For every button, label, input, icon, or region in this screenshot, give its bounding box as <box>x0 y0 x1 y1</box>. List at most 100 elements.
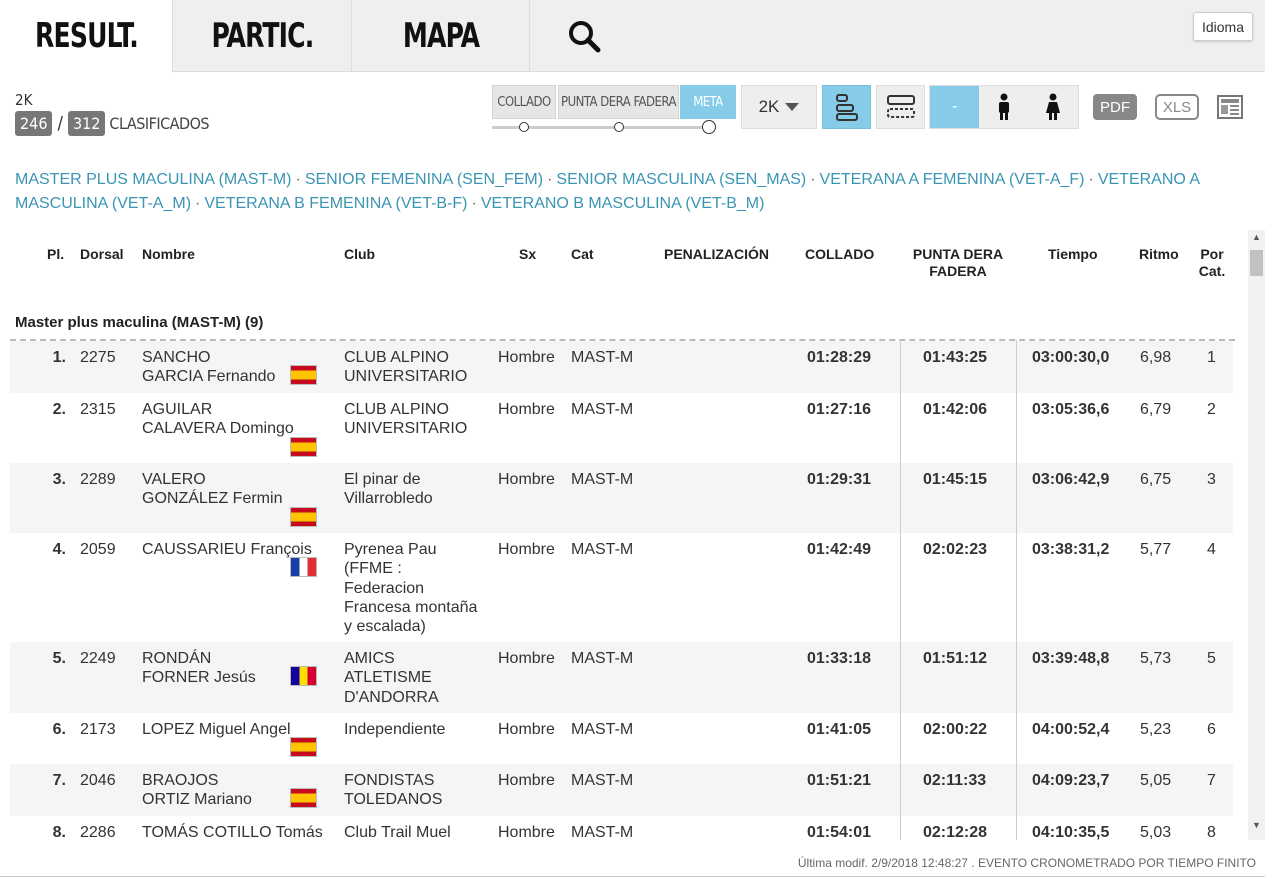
distance-dropdown[interactable]: 2K <box>741 85 817 129</box>
name-cell-line2[interactable]: ORTIZ Mariano <box>142 790 252 809</box>
count-separator: / <box>57 113 63 134</box>
name-cell[interactable]: SANCHO <box>142 348 210 367</box>
flag-icon <box>290 365 317 385</box>
chevron-down-icon <box>785 103 800 111</box>
name-cell[interactable]: BRAOJOS <box>142 771 218 790</box>
sex-cell: Hombre <box>498 541 555 558</box>
club-cell: D'ANDORRA <box>344 688 439 706</box>
club-cell: TOLEDANOS <box>344 791 443 809</box>
tab-result[interactable]: RESULT. <box>0 0 173 73</box>
name-cell[interactable]: TOMÁS COTILLO Tomás <box>142 823 323 840</box>
club-cell: y escalada) <box>344 618 426 636</box>
pdf-export-button[interactable]: PDF <box>1093 94 1137 120</box>
distance-dropdown-value: 2K <box>758 97 780 116</box>
header-punta: PUNTA DERA FADERA <box>912 246 1004 279</box>
checkpoint-punta-button[interactable]: PUNTA DERA FADERA <box>558 85 679 119</box>
category-position-cell: 7 <box>1207 772 1216 789</box>
flag-icon <box>290 737 317 757</box>
collado-time-cell: 01:29:31 <box>807 471 872 488</box>
search-icon <box>569 21 601 53</box>
flag-icon <box>290 437 317 457</box>
name-cell-line2[interactable]: GONZÁLEZ Fermin <box>142 489 282 508</box>
table-row[interactable]: 8. 2286 TOMÁS COTILLO Tomás Club Trail Muel… <box>10 816 1233 840</box>
tab-result-label: RESULT. <box>35 16 139 56</box>
table-row[interactable]: 7. 2046 BRAOJOS ORTIZ Mariano FONDISTAS TOLED… <box>10 764 1233 816</box>
collado-time-cell: 01:42:49 <box>807 541 872 558</box>
table-row[interactable]: 1. 2275 SANCHO GARCIA Fernando CLUB ALPINO UN… <box>10 341 1233 393</box>
table-row[interactable]: 3. 2289 VALERO GONZÁLEZ Fermin El pinar de Vi… <box>10 463 1233 533</box>
table-row[interactable]: 4. 2059 CAUSSARIEU François Pyrenea Pau (FFM… <box>10 533 1233 642</box>
footer-divider <box>0 876 1265 877</box>
name-cell-line2[interactable]: CALAVERA Domingo <box>142 419 294 438</box>
category-link[interactable]: VETERANA A FEMENINA (VET-A_F) <box>820 171 1085 188</box>
sex-cell: Hombre <box>498 721 555 738</box>
name-cell-line2[interactable]: GARCIA Fernando <box>142 367 275 386</box>
club-cell: CLUB ALPINO <box>344 349 449 366</box>
category-cell: MAST-M <box>571 349 634 366</box>
dorsal-cell: 2275 <box>80 349 116 366</box>
name-cell[interactable]: RONDÁN <box>142 649 211 668</box>
punta-time-cell: 01:45:15 <box>923 471 988 488</box>
name-cell-line2[interactable]: FORNER Jesús <box>142 668 256 687</box>
table-row[interactable]: 2. 2315 AGUILAR CALAVERA Domingo CLUB ALPINO… <box>10 393 1233 463</box>
name-cell[interactable]: LOPEZ Miguel Angel <box>142 720 291 739</box>
pace-cell: 5,05 <box>1140 772 1172 789</box>
scroll-up-icon[interactable]: ▲ <box>1248 232 1265 246</box>
category-cell: MAST-M <box>571 541 634 558</box>
club-cell: Pyrenea Pau <box>344 541 437 558</box>
slider-stop-collado[interactable] <box>519 122 529 132</box>
sex-filter-all[interactable]: - <box>930 86 980 128</box>
category-link[interactable]: SENIOR MASCULINA (SEN_MAS) <box>556 171 806 188</box>
category-link[interactable]: VETERANO B MASCULINA (VET-B_M) <box>481 195 765 212</box>
slider-stop-punta[interactable] <box>614 122 624 132</box>
newspaper-icon[interactable] <box>1217 95 1243 119</box>
checkpoint-meta-button[interactable]: META <box>680 85 736 119</box>
total-time-cell: 04:00:52,4 <box>1032 721 1110 738</box>
punta-time-cell: 02:02:23 <box>923 541 988 558</box>
sex-filter-female[interactable] <box>1028 86 1078 128</box>
category-link[interactable]: VETERANA B FEMENINA (VET-B-F) <box>204 195 467 212</box>
club-cell: El pinar de <box>344 471 421 488</box>
scrollbar[interactable] <box>1248 230 1265 840</box>
category-position-cell: 2 <box>1207 401 1216 418</box>
sex-cell: Hombre <box>498 349 555 366</box>
sex-filter-male[interactable] <box>979 86 1029 128</box>
scroll-down-icon[interactable]: ▼ <box>1248 820 1265 834</box>
category-cell: MAST-M <box>571 824 634 840</box>
name-cell[interactable]: AGUILAR <box>142 400 212 419</box>
category-links: MASTER PLUS MACULINA (MAST-M) · SENIOR FEM… <box>15 171 1200 212</box>
timeline-view-button[interactable] <box>822 85 871 129</box>
flag-icon <box>290 666 317 686</box>
flag-icon <box>290 507 317 527</box>
dorsal-cell: 2059 <box>80 541 116 558</box>
place-cell: 6. <box>52 721 66 738</box>
name-cell[interactable]: CAUSSARIEU François <box>142 540 312 559</box>
footer-note: Última modif. 2/9/2018 12:48:27 . EVENTO… <box>797 856 1256 870</box>
collado-time-cell: 01:28:29 <box>807 349 872 366</box>
checkpoint-collado-button[interactable]: COLLADO <box>492 85 556 119</box>
table-row[interactable]: 5. 2249 RONDÁN FORNER Jesús AMICS ATLETISME D'… <box>10 642 1233 713</box>
tab-participants[interactable]: PARTIC. <box>173 0 352 72</box>
dorsal-cell: 2046 <box>80 772 116 789</box>
header-tiempo: Tiempo <box>1048 246 1098 262</box>
header-cat: Cat <box>571 246 594 262</box>
punta-time-cell: 01:43:25 <box>923 349 988 366</box>
category-link[interactable]: SENIOR FEMENINA (SEN_FEM) <box>305 171 543 188</box>
timeline-icon <box>835 94 858 121</box>
scrollbar-thumb[interactable] <box>1250 250 1263 276</box>
language-button[interactable]: Idioma <box>1193 12 1253 41</box>
category-cell: MAST-M <box>571 471 634 488</box>
search-tab[interactable] <box>530 0 638 72</box>
name-cell[interactable]: VALERO <box>142 470 206 489</box>
xls-export-button[interactable]: XLS <box>1155 94 1199 120</box>
table-view-button[interactable] <box>876 85 925 129</box>
category-link[interactable]: MASTER PLUS MACULINA (MAST-M) <box>15 171 291 188</box>
table-row[interactable]: 6. 2173 LOPEZ Miguel Angel Independiente Hom… <box>10 713 1233 764</box>
punta-time-cell: 01:51:12 <box>923 650 988 667</box>
slider-handle-meta[interactable] <box>702 120 716 134</box>
club-cell: CLUB ALPINO <box>344 401 449 418</box>
dorsal-cell: 2315 <box>80 401 116 418</box>
collado-time-cell: 01:51:21 <box>807 772 872 789</box>
results-table: Pl. Dorsal Nombre Club Sx Cat PENALIZACI… <box>0 230 1245 840</box>
tab-map[interactable]: MAPA <box>352 0 530 72</box>
